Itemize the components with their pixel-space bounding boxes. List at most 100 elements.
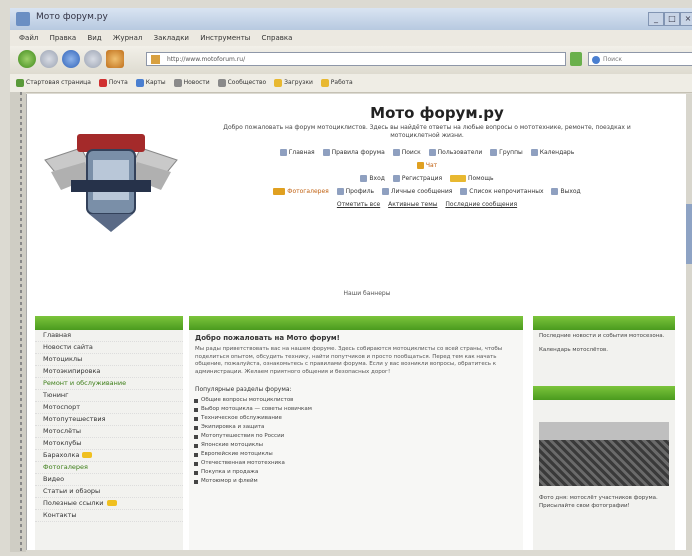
left-menu-item[interactable]: Новости сайта	[35, 342, 183, 354]
left-menu-item[interactable]: Статьи и обзоры	[35, 486, 183, 498]
header-link[interactable]: Правила форума	[322, 146, 385, 159]
header-link[interactable]: Выход	[551, 185, 581, 198]
left-menu-item[interactable]: Видео	[35, 474, 183, 486]
bookmark-item[interactable]: Работа	[320, 74, 353, 92]
new-badge-icon	[106, 500, 117, 506]
header-links-row: Главная Правила форума Поиск Пользовател…	[207, 146, 647, 159]
back-icon[interactable]	[18, 50, 36, 68]
window-titlebar: Мото форум.ру _ □ ×	[10, 8, 692, 31]
forum-link[interactable]: Экипировка и защита	[189, 423, 523, 432]
minimize-icon[interactable]: _	[648, 12, 664, 26]
header-link[interactable]: Отметить все	[337, 198, 380, 211]
left-menu-item[interactable]: Полезные ссылки	[35, 498, 183, 510]
maximize-icon[interactable]: □	[664, 12, 680, 26]
bookmark-item[interactable]: Загрузки	[274, 74, 313, 92]
forum-link[interactable]: Мотоюмор и флейм	[189, 477, 523, 486]
menu-tools[interactable]: Инструменты	[200, 30, 250, 46]
intro-title: Добро пожаловать на Мото форум!	[195, 334, 340, 342]
reload-icon[interactable]	[62, 50, 80, 68]
list-icon	[460, 188, 468, 195]
right-column-header	[533, 316, 675, 330]
menu-file[interactable]: Файл	[19, 30, 38, 46]
header-link[interactable]: Группы	[490, 146, 523, 159]
sidebar-news-text: Последние новости и события мотосезона.	[539, 333, 665, 339]
stop-icon[interactable]	[84, 50, 102, 68]
left-menu-item[interactable]: Контакты	[35, 510, 183, 522]
link-icon	[392, 149, 400, 156]
bookmark-icon	[217, 78, 226, 87]
header-link[interactable]: Личные сообщения	[382, 185, 452, 198]
site-logo	[44, 134, 178, 232]
forum-link[interactable]: Покупка и продажа	[189, 468, 523, 477]
sidebar-calendar-link[interactable]: Календарь мотослётов.	[533, 344, 675, 358]
forum-link[interactable]: Европейские мотоциклы	[189, 450, 523, 459]
left-menu-item[interactable]: Ремонт и обслуживание	[35, 378, 183, 390]
bookmark-item[interactable]: Почта	[98, 74, 128, 92]
forum-link[interactable]: Выбор мотоцикла — советы новичкам	[189, 405, 523, 414]
left-menu-item[interactable]: Барахолка	[35, 450, 183, 462]
left-menu-item[interactable]: Фотогалерея	[35, 462, 183, 474]
menu-history[interactable]: Журнал	[113, 30, 142, 46]
menu-edit[interactable]: Правка	[50, 30, 77, 46]
forum-link[interactable]: Отечественная мототехника	[189, 459, 523, 468]
go-button[interactable]	[570, 52, 582, 66]
close-icon[interactable]: ×	[680, 12, 692, 26]
bookmark-item[interactable]: Сообщество	[217, 74, 266, 92]
photo-of-the-day[interactable]	[539, 422, 669, 486]
menu-view[interactable]: Вид	[87, 30, 101, 46]
left-menu-item[interactable]: Мотопутешествия	[35, 414, 183, 426]
bookmark-icon	[135, 78, 144, 87]
left-menu-item[interactable]: Мотоклубы	[35, 438, 183, 450]
left-menu-item[interactable]: Тюнинг	[35, 390, 183, 402]
search-input[interactable]: Поиск	[588, 52, 692, 66]
header-link[interactable]: Календарь	[530, 146, 574, 159]
bookmark-item[interactable]: Стартовая страница	[16, 74, 91, 92]
banners-link[interactable]: Наши баннеры	[187, 290, 547, 297]
forum-link[interactable]: Техническое обслуживание	[189, 414, 523, 423]
bookmark-item[interactable]: Карты	[135, 74, 166, 92]
left-menu-item[interactable]: Мотослёты	[35, 426, 183, 438]
header-link[interactable]: Список непрочитанных	[460, 185, 544, 198]
menu-help[interactable]: Справка	[262, 30, 293, 46]
message-icon	[382, 188, 389, 195]
home-icon[interactable]	[106, 50, 124, 68]
header-link[interactable]: Пользователи	[428, 146, 482, 159]
header-link[interactable]: Вход	[360, 172, 385, 185]
section-title: Популярные разделы форума:	[195, 386, 292, 393]
left-menu-item[interactable]: Мотоспорт	[35, 402, 183, 414]
favicon-icon	[151, 55, 160, 64]
link-icon	[322, 149, 330, 156]
header-link[interactable]: Поиск	[392, 146, 421, 159]
left-menu-item[interactable]: Главная	[35, 330, 183, 342]
bookmark-item[interactable]: Новости	[173, 74, 210, 92]
main-column-header	[189, 316, 523, 330]
left-menu-item[interactable]: Мотоциклы	[35, 354, 183, 366]
folder-icon	[320, 78, 329, 87]
page-scrollbar[interactable]	[686, 94, 692, 550]
header-link[interactable]: Фотогалерея	[273, 185, 329, 198]
link-icon	[490, 149, 498, 156]
forum-link[interactable]: Общие вопросы мотоциклистов	[189, 396, 523, 405]
forum-link[interactable]: Японские мотоциклы	[189, 441, 523, 450]
header-link[interactable]: Помощь	[450, 172, 494, 185]
header-link[interactable]: Активные темы	[388, 198, 437, 211]
address-bar[interactable]: http://www.motoforum.ru/	[146, 52, 566, 66]
window-left-edge	[10, 92, 26, 552]
main-content: Добро пожаловать на Мото форум! Мы рады …	[189, 330, 523, 550]
header-link[interactable]: Главная	[279, 146, 315, 159]
forward-icon[interactable]	[40, 50, 58, 68]
header-link[interactable]: Профиль	[336, 185, 374, 198]
forum-link[interactable]: Мотопутешествия по России	[189, 432, 523, 441]
header-link[interactable]: Последние сообщения	[445, 198, 517, 211]
scrollbar-thumb[interactable]	[686, 204, 692, 264]
link-icon	[279, 149, 287, 156]
header-links: Главная Правила форума Поиск Пользовател…	[207, 146, 647, 211]
search-placeholder: Поиск	[603, 56, 623, 63]
menu-bookmarks[interactable]: Закладки	[154, 30, 189, 46]
header-links-row: Чат	[207, 159, 647, 172]
intro-text: Мы рады приветствовать вас на нашем фору…	[195, 346, 503, 375]
left-menu-item[interactable]: Мотоэкипировка	[35, 366, 183, 378]
site-title: Мото форум.ру	[370, 104, 504, 122]
header-link-highlight[interactable]: Чат	[416, 159, 437, 172]
header-link[interactable]: Регистрация	[392, 172, 442, 185]
